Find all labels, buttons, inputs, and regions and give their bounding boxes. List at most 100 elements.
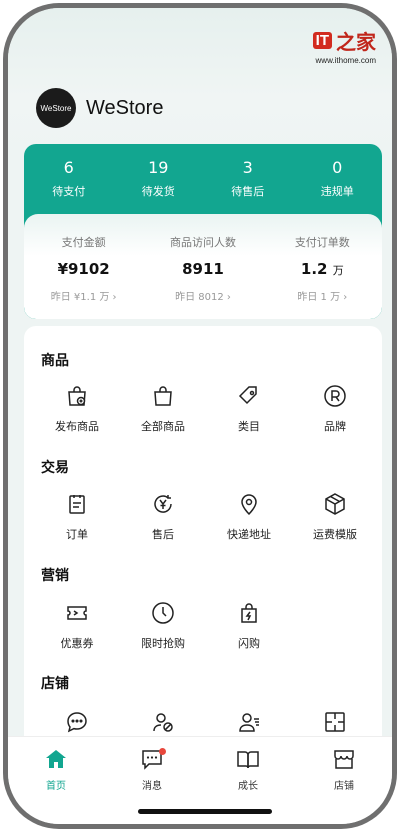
tab-home[interactable]: 首页	[8, 747, 104, 824]
menu-all-goods[interactable]: 全部商品	[120, 384, 206, 434]
stat-yesterday: 昨日 ¥1.1 万 ›	[50, 292, 117, 303]
stat-value: 1.2 万	[263, 260, 382, 278]
stat-number: 8911	[182, 260, 224, 278]
menu-aftersale[interactable]: 售后	[120, 492, 206, 542]
watermark-logo-it: IT	[312, 32, 332, 49]
menu-shop-staff[interactable]	[206, 710, 292, 734]
stat-visitors[interactable]: 商品访问人数 8911 昨日 8012 ›	[143, 234, 262, 319]
menu-publish-goods[interactable]: 发布商品	[34, 384, 120, 434]
menu-label: 优惠券	[60, 637, 94, 650]
goods-row: 发布商品 全部商品 类目 品牌	[24, 384, 382, 434]
user-blocked-icon	[153, 713, 173, 732]
stat-number: ¥9102	[57, 260, 110, 278]
stat-value: ¥9102	[24, 260, 143, 278]
marketing-row: 优惠券 限时抢购 闪购	[24, 601, 382, 651]
status-count: 0	[332, 158, 343, 177]
status-label: 待售后	[231, 185, 265, 198]
menu-label: 运费模版	[313, 528, 357, 541]
store-name: WeStore	[86, 96, 164, 119]
status-violation[interactable]: 0 违规单	[293, 157, 383, 212]
menu-orders[interactable]: 订单	[34, 492, 120, 542]
menu-label: 闪购	[238, 637, 260, 650]
trade-row: 订单 售后 快递地址 运费模版	[24, 492, 382, 542]
stat-payment-amount[interactable]: 支付金额 ¥9102 昨日 ¥1.1 万 ›	[24, 234, 143, 319]
menu-label: 售后	[152, 528, 174, 541]
stat-label: 商品访问人数	[169, 236, 236, 249]
refund-icon	[154, 495, 172, 513]
status-label: 待发货	[141, 185, 175, 198]
watermark-logo-char: 之家	[336, 30, 376, 54]
store-brand: WeStore WeStore	[36, 88, 163, 128]
menu-label: 发布商品	[55, 420, 99, 433]
menu-category[interactable]: 类目	[206, 384, 292, 434]
stat-unit: 万	[332, 264, 344, 277]
menu-shop-plugins[interactable]	[292, 710, 378, 734]
unread-badge	[159, 748, 166, 755]
status-pending-payment[interactable]: 6 待支付	[24, 157, 114, 212]
menu-label: 快递地址	[227, 528, 271, 541]
store-icon	[334, 750, 354, 769]
tab-label: 首页	[46, 781, 66, 792]
menu-shipping-template[interactable]: 运费模版	[292, 492, 378, 542]
screen: IT 之家 www.ithome.com WeStore WeStore 6 待…	[8, 8, 392, 824]
coupon-ticket-icon	[67, 606, 87, 620]
order-status-card: 6 待支付 19 待发货 3 待售后 0 违规单 支付金额 ¥9102 昨日 ¥…	[24, 144, 382, 319]
status-pending-shipment[interactable]: 19 待发货	[114, 157, 204, 212]
status-label: 待支付	[52, 185, 86, 198]
menu-flash-sale[interactable]: 限时抢购	[120, 601, 206, 651]
menu-shop-chat[interactable]	[34, 710, 120, 734]
tab-store[interactable]: 店铺	[296, 747, 392, 824]
menu-label: 限时抢购	[141, 637, 185, 650]
watermark-url: www.ithome.com	[315, 56, 376, 65]
tab-label: 消息	[142, 781, 162, 792]
status-count: 19	[148, 158, 169, 177]
menu-label: 品牌	[324, 420, 346, 433]
tag-icon	[238, 386, 257, 405]
menu-brand[interactable]: 品牌	[292, 384, 378, 434]
package-box-icon	[325, 493, 345, 515]
menu-lightning-buy[interactable]: 闪购	[206, 601, 292, 651]
stat-label: 支付订单数	[294, 236, 350, 249]
puzzle-icon	[325, 712, 345, 732]
user-list-icon	[239, 713, 259, 732]
menu-label: 订单	[66, 528, 88, 541]
menu-shop-blocked-users[interactable]	[120, 710, 206, 734]
stat-paid-orders[interactable]: 支付订单数 1.2 万 昨日 1 万 ›	[263, 234, 382, 319]
stat-yesterday: 昨日 8012 ›	[175, 292, 231, 303]
shopping-bag-icon	[154, 386, 172, 406]
home-icon	[46, 750, 66, 768]
status-count: 6	[63, 158, 74, 177]
stat-yesterday: 昨日 1 万 ›	[297, 292, 348, 303]
phone-frame: IT 之家 www.ithome.com WeStore WeStore 6 待…	[3, 3, 397, 829]
ithome-watermark: IT 之家 www.ithome.com	[312, 26, 376, 65]
menu-card: 商品 发布商品 全部商品 类目 品牌 交易 订单 售后 快递地址 运费模版 营销…	[24, 326, 382, 756]
menu-label: 全部商品	[141, 420, 185, 433]
menu-shipping-address[interactable]: 快递地址	[206, 492, 292, 542]
chat-bubble-icon	[67, 712, 87, 733]
watermark-logo: IT 之家	[312, 26, 376, 55]
home-indicator[interactable]	[138, 809, 272, 814]
stat-value: 8911	[143, 260, 262, 278]
registered-mark-icon	[324, 385, 346, 407]
menu-label: 类目	[238, 420, 260, 433]
section-title-marketing: 营销	[41, 568, 69, 584]
location-pin-icon	[241, 494, 257, 516]
section-title-shop: 店铺	[41, 676, 69, 692]
shop-row	[24, 710, 382, 734]
tab-label: 店铺	[334, 781, 354, 792]
book-icon	[237, 751, 259, 769]
shopping-bag-add-icon	[68, 386, 86, 406]
status-count: 3	[242, 158, 253, 177]
lightning-bag-icon	[241, 603, 257, 623]
status-label: 违规单	[320, 185, 354, 198]
status-pending-aftersale[interactable]: 3 待售后	[203, 157, 293, 212]
order-status-row: 6 待支付 19 待发货 3 待售后 0 违规单	[24, 144, 382, 212]
clipboard-icon	[69, 495, 85, 514]
clock-icon	[152, 602, 174, 624]
store-avatar: WeStore	[36, 88, 76, 128]
section-title-trade: 交易	[41, 460, 69, 476]
stat-number: 1.2	[300, 260, 328, 278]
menu-coupons[interactable]: 优惠券	[34, 601, 120, 651]
tab-label: 成长	[238, 781, 258, 792]
stats-panel: 支付金额 ¥9102 昨日 ¥1.1 万 › 商品访问人数 8911 昨日 80…	[24, 214, 382, 319]
